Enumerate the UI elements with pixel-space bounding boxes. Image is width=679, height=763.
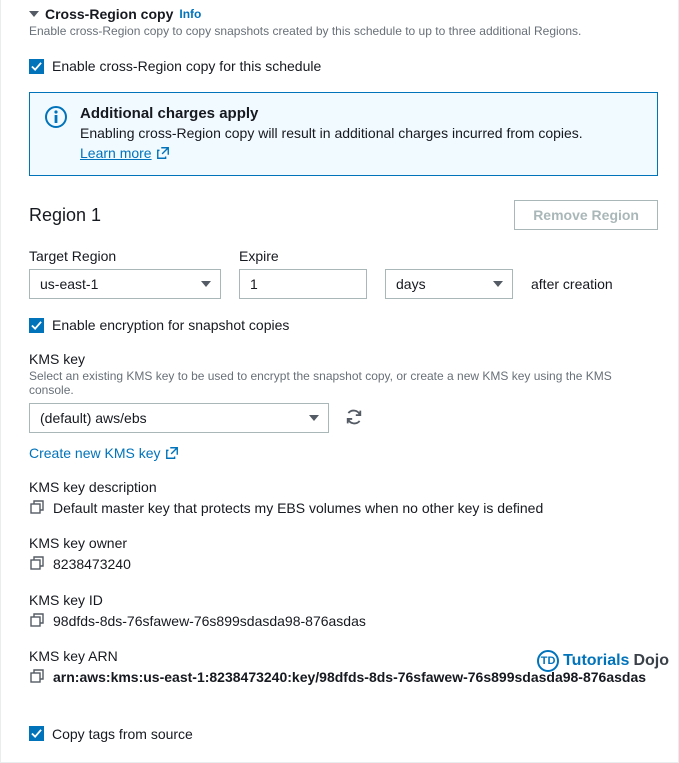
kms-desc-value: Default master key that protects my EBS … xyxy=(53,499,543,517)
enable-crc-checkbox[interactable] xyxy=(29,59,44,74)
kms-owner-label: KMS key owner xyxy=(29,535,658,551)
copy-tags-label: Copy tags from source xyxy=(52,726,193,742)
kms-key-desc: Select an existing KMS key to be used to… xyxy=(29,369,658,397)
watermark: TD Tutorials Dojo xyxy=(537,650,669,672)
create-kms-key-link[interactable]: Create new KMS key xyxy=(29,445,179,461)
charges-alert: Additional charges apply Enabling cross-… xyxy=(29,92,658,176)
copy-tags-checkbox[interactable] xyxy=(29,726,44,741)
info-link[interactable]: Info xyxy=(179,7,201,21)
learn-more-link[interactable]: Learn more xyxy=(80,144,170,164)
refresh-icon xyxy=(345,408,363,426)
kms-desc-label: KMS key description xyxy=(29,479,658,495)
enable-encryption-label: Enable encryption for snapshot copies xyxy=(52,317,289,333)
watermark-badge: TD xyxy=(537,650,559,672)
section-description: Enable cross-Region copy to copy snapsho… xyxy=(29,24,658,38)
alert-title: Additional charges apply xyxy=(80,105,643,122)
copy-icon[interactable] xyxy=(29,555,45,571)
enable-encryption-checkbox[interactable] xyxy=(29,318,44,333)
target-region-label: Target Region xyxy=(29,248,221,264)
region-title: Region 1 xyxy=(29,205,101,226)
external-link-icon xyxy=(165,446,179,460)
copy-icon[interactable] xyxy=(29,668,45,684)
expire-input[interactable] xyxy=(239,269,367,299)
external-link-icon xyxy=(156,146,170,160)
copy-icon[interactable] xyxy=(29,612,45,628)
kms-key-label: KMS key xyxy=(29,351,658,367)
refresh-button[interactable] xyxy=(341,404,367,433)
after-creation-label: after creation xyxy=(531,276,613,299)
copy-icon[interactable] xyxy=(29,499,45,515)
section-title: Cross-Region copy xyxy=(45,6,173,22)
info-icon xyxy=(44,105,68,163)
remove-region-button[interactable]: Remove Region xyxy=(514,200,658,230)
enable-crc-label: Enable cross-Region copy for this schedu… xyxy=(52,58,321,74)
alert-text: Enabling cross-Region copy will result i… xyxy=(80,124,643,163)
expire-label: Expire xyxy=(239,248,367,264)
section-header: Cross-Region copy Info Enable cross-Regi… xyxy=(29,0,658,40)
target-region-select[interactable]: us-east-1 xyxy=(29,269,221,299)
kms-id-label: KMS key ID xyxy=(29,592,658,608)
expire-unit-select[interactable]: days xyxy=(385,269,513,299)
kms-key-select[interactable]: (default) aws/ebs xyxy=(29,403,329,433)
kms-id-value: 98dfds-8ds-76sfawew-76s899sdasda98-876as… xyxy=(53,612,366,630)
caret-down-icon[interactable] xyxy=(29,11,39,17)
kms-owner-value: 8238473240 xyxy=(53,555,131,573)
